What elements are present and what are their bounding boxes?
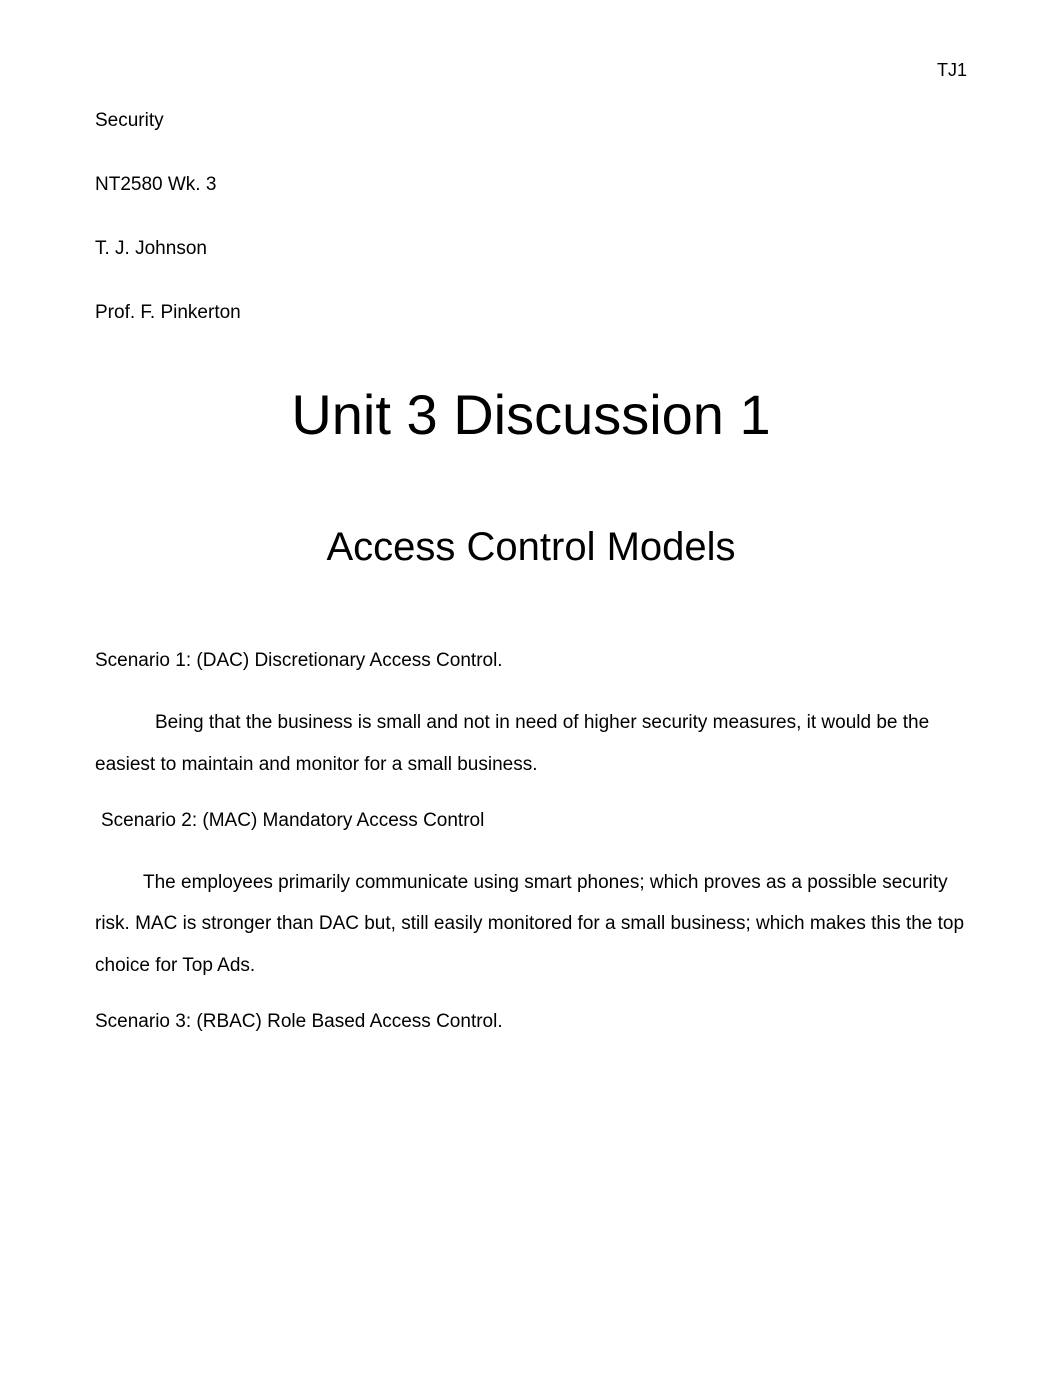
scenario-1-body: Being that the business is small and not… (95, 702, 967, 786)
header-professor: Prof. F. Pinkerton (95, 302, 967, 324)
document-title: Unit 3 Discussion 1 (95, 382, 967, 447)
scenario-3-heading: Scenario 3: (RBAC) Role Based Access Con… (95, 1011, 967, 1033)
document-subtitle: Access Control Models (95, 525, 967, 570)
scenario-2-heading: Scenario 2: (MAC) Mandatory Access Contr… (101, 810, 967, 832)
header-subject: Security (95, 110, 967, 132)
scenario-2-body: The employees primarily communicate usin… (95, 862, 967, 987)
page-number: TJ1 (937, 60, 967, 81)
scenario-1-heading: Scenario 1: (DAC) Discretionary Access C… (95, 650, 967, 672)
header-course: NT2580 Wk. 3 (95, 174, 967, 196)
document-header: Security NT2580 Wk. 3 T. J. Johnson Prof… (95, 110, 967, 324)
header-author: T. J. Johnson (95, 238, 967, 260)
